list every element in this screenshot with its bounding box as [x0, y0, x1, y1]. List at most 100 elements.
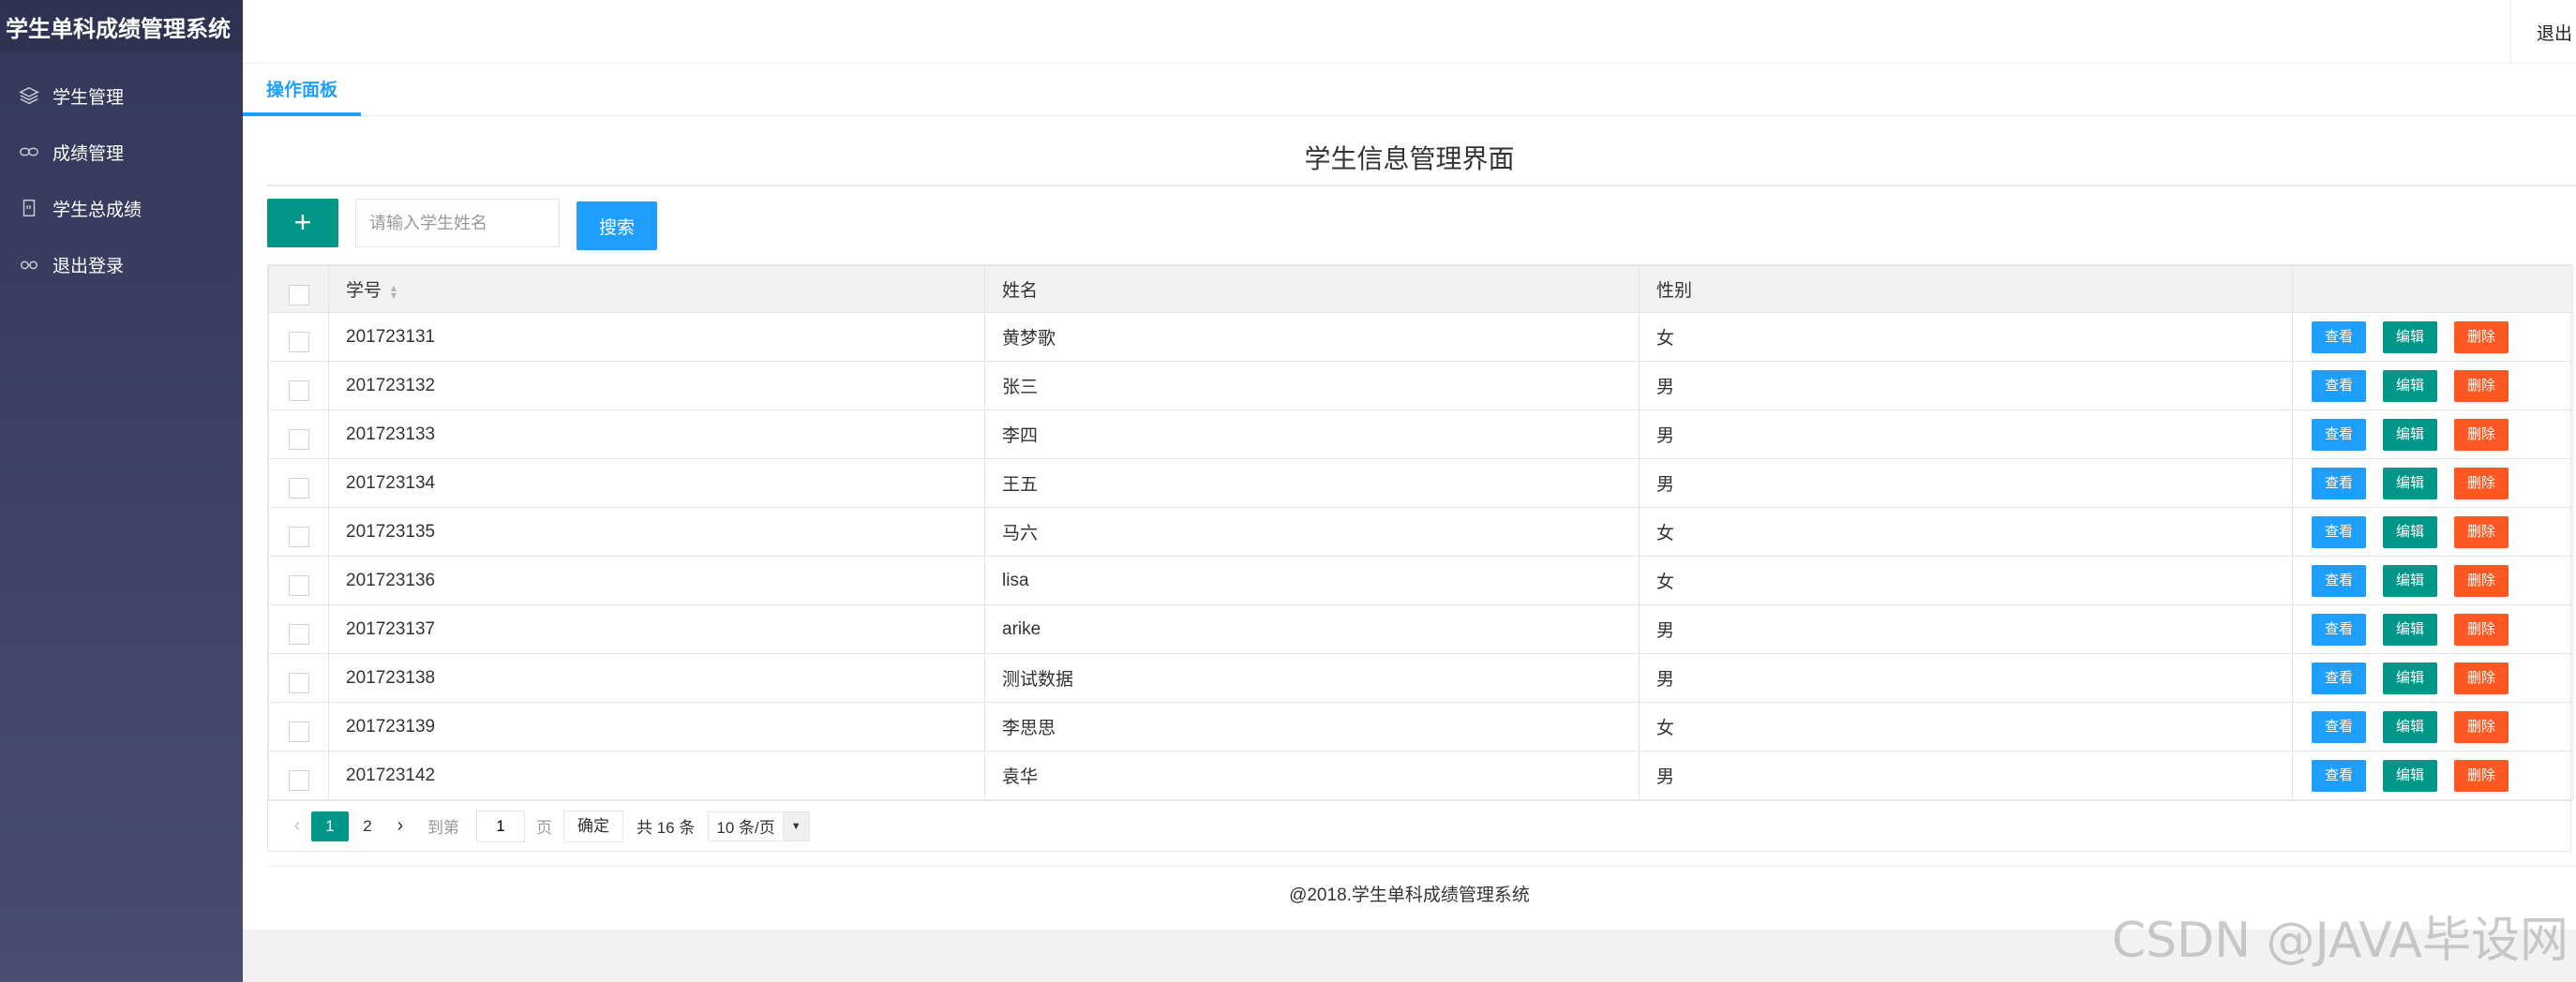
footer-divider — [267, 866, 2576, 867]
sort-icon[interactable]: ▴ ▾ — [391, 282, 397, 301]
cell-actions: 查看 编辑 删除 — [2292, 702, 2573, 751]
table-row: 201723137 arike 男查看 编辑 删除 — [268, 604, 2573, 654]
delete-button[interactable]: 删除 — [2454, 515, 2509, 548]
view-button[interactable]: 查看 — [2312, 369, 2366, 402]
page-number-2[interactable]: 2 — [349, 811, 386, 841]
header-checkbox-cell — [268, 265, 329, 313]
row-checkbox[interactable] — [288, 526, 309, 547]
sidebar-item-label: 学生管理 — [52, 87, 125, 108]
cell-actions: 查看 编辑 删除 — [2292, 556, 2573, 605]
delete-button[interactable]: 删除 — [2454, 710, 2509, 743]
row-checkbox[interactable] — [288, 574, 309, 596]
edit-button[interactable]: 编辑 — [2383, 710, 2437, 743]
cell-id: 201723132 — [328, 361, 985, 410]
row-checkbox[interactable] — [288, 623, 309, 645]
table-row: 201723138 测试数据男查看 编辑 删除 — [268, 653, 2573, 703]
edit-button[interactable]: 编辑 — [2383, 467, 2437, 499]
view-button[interactable]: 查看 — [2312, 759, 2366, 792]
delete-button[interactable]: 删除 — [2454, 418, 2509, 451]
edit-button[interactable]: 编辑 — [2383, 369, 2437, 402]
title-divider — [267, 185, 2576, 186]
delete-button[interactable]: 删除 — [2454, 564, 2509, 597]
row-checkbox-cell — [268, 702, 329, 751]
edit-button[interactable]: 编辑 — [2383, 613, 2437, 646]
row-checkbox[interactable] — [288, 769, 309, 791]
cell-id: 201723131 — [328, 312, 985, 362]
cell-actions: 查看 编辑 删除 — [2292, 409, 2573, 459]
column-header-id[interactable]: 学号 ▴ ▾ — [328, 265, 985, 313]
table-header-row: 学号 ▴ ▾ 姓名 性别 — [268, 265, 2573, 313]
sidebar-item-label: 成绩管理 — [52, 143, 125, 164]
sidebar-item-score-management[interactable]: 成绩管理 — [0, 124, 243, 180]
cell-name: 黄梦歌 — [984, 312, 1640, 362]
table-body: 201723131 黄梦歌女查看 编辑 删除 201723132 张三男查看 编辑 删除 201… — [268, 312, 2573, 800]
sidebar-item-student-management[interactable]: 学生管理 — [0, 67, 243, 124]
table-row: 201723136 lisa 女查看 编辑 删除 — [268, 556, 2573, 605]
top-header: 退出 — [243, 0, 2576, 64]
delete-button[interactable]: 删除 — [2454, 662, 2509, 694]
cell-id: 201723138 — [328, 653, 985, 703]
cell-gender: 男 — [1639, 409, 2293, 459]
watermark: CSDN @JAVA毕设网 — [2111, 913, 2569, 969]
delete-button[interactable]: 删除 — [2454, 369, 2509, 402]
select-all-checkbox[interactable] — [288, 284, 309, 305]
sidebar-item-label: 退出登录 — [52, 256, 125, 276]
goto-page-input[interactable] — [476, 810, 525, 842]
view-button[interactable]: 查看 — [2312, 418, 2366, 451]
next-page-icon[interactable]: › — [386, 815, 414, 837]
page-size-select[interactable]: 10 条/页 ▼ — [708, 811, 810, 841]
cell-name: 张三 — [984, 361, 1640, 410]
cell-name: 李思思 — [984, 702, 1640, 751]
add-student-button[interactable]: + — [267, 199, 338, 247]
delete-button[interactable]: 删除 — [2454, 467, 2509, 499]
view-button[interactable]: 查看 — [2312, 662, 2366, 694]
view-button[interactable]: 查看 — [2312, 320, 2366, 353]
tab-operation-panel[interactable]: 操作面板 — [243, 64, 361, 116]
page-number-1[interactable]: 1 — [311, 811, 349, 841]
cell-gender: 男 — [1639, 751, 2293, 800]
sidebar-nav: 学生管理 成绩管理 学生总成绩 退出登录 — [0, 67, 243, 292]
row-checkbox-cell — [268, 751, 329, 800]
delete-button[interactable]: 删除 — [2454, 613, 2509, 646]
cell-gender: 男 — [1639, 361, 2293, 410]
search-input[interactable] — [355, 199, 560, 247]
view-button[interactable]: 查看 — [2312, 564, 2366, 597]
goto-confirm-button[interactable]: 确定 — [563, 810, 623, 842]
delete-button[interactable]: 删除 — [2454, 759, 2509, 792]
pagination: ‹ 1 2 › 到第 页 确定 共 16 条 10 条/页 ▼ — [268, 800, 2570, 851]
search-button[interactable]: 搜索 — [577, 201, 657, 250]
sidebar-item-logout[interactable]: 退出登录 — [0, 236, 243, 292]
edit-button[interactable]: 编辑 — [2383, 418, 2437, 451]
edit-button[interactable]: 编辑 — [2383, 662, 2437, 694]
table-row: 201723133 李四男查看 编辑 删除 — [268, 409, 2573, 459]
view-button[interactable]: 查看 — [2312, 613, 2366, 646]
row-checkbox[interactable] — [288, 721, 309, 742]
cell-gender: 女 — [1639, 556, 2293, 605]
cell-id: 201723136 — [328, 556, 985, 605]
cell-actions: 查看 编辑 删除 — [2292, 751, 2573, 800]
edit-button[interactable]: 编辑 — [2383, 515, 2437, 548]
logout-link[interactable]: 退出 — [2510, 0, 2576, 64]
column-header-gender: 性别 — [1639, 265, 2293, 313]
cell-actions: 查看 编辑 删除 — [2292, 361, 2573, 410]
view-button[interactable]: 查看 — [2312, 710, 2366, 743]
sidebar-item-total-score[interactable]: 学生总成绩 — [0, 180, 243, 236]
edit-button[interactable]: 编辑 — [2383, 320, 2437, 353]
prev-page-icon[interactable]: ‹ — [283, 815, 311, 837]
view-button[interactable]: 查看 — [2312, 515, 2366, 548]
row-checkbox[interactable] — [288, 477, 309, 498]
edit-button[interactable]: 编辑 — [2383, 759, 2437, 792]
view-button[interactable]: 查看 — [2312, 467, 2366, 499]
infinity-icon — [19, 254, 39, 275]
row-checkbox[interactable] — [288, 672, 309, 693]
cell-name: 马六 — [984, 507, 1640, 557]
row-checkbox[interactable] — [288, 379, 309, 401]
sidebar-item-label: 学生总成绩 — [52, 200, 142, 220]
delete-button[interactable]: 删除 — [2454, 320, 2509, 353]
cell-gender: 男 — [1639, 604, 2293, 654]
edit-button[interactable]: 编辑 — [2383, 564, 2437, 597]
cell-actions: 查看 编辑 删除 — [2292, 458, 2573, 508]
row-checkbox[interactable] — [288, 331, 309, 352]
row-checkbox[interactable] — [288, 428, 309, 450]
row-checkbox-cell — [268, 409, 329, 459]
